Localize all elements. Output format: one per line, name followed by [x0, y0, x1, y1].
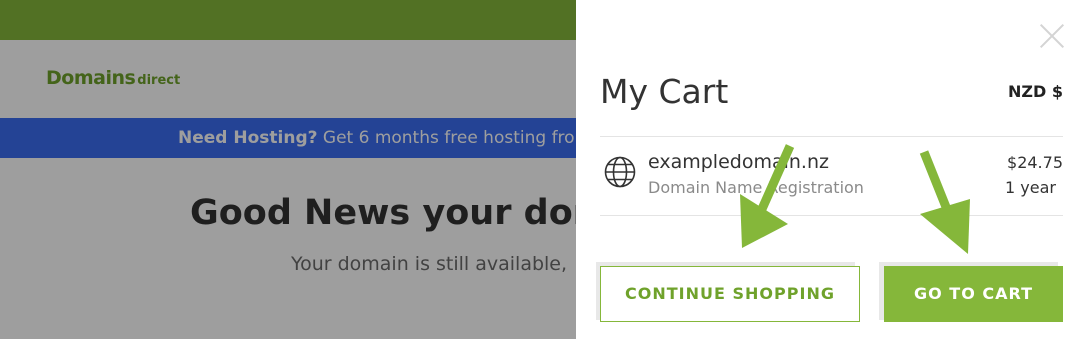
item-type: Domain Name Registration	[648, 178, 864, 197]
cart-title: My Cart	[600, 72, 729, 111]
item-price: $24.75	[1007, 153, 1063, 172]
continue-shopping-button[interactable]: CONTINUE SHOPPING	[600, 266, 860, 322]
close-icon[interactable]	[1038, 22, 1066, 50]
globe-icon	[604, 156, 636, 188]
arrow-to-cart-icon	[919, 150, 970, 254]
item-domain-name[interactable]: exampledomain.nz	[648, 151, 829, 173]
item-term[interactable]: 1 year	[1005, 178, 1056, 197]
divider-bottom	[600, 215, 1063, 216]
go-to-cart-button[interactable]: GO TO CART	[884, 266, 1063, 322]
divider-top	[600, 136, 1063, 137]
cart-drawer: My Cart NZD $ exampledomain.nz Domain Na…	[576, 0, 1083, 339]
currency-selector[interactable]: NZD $	[1008, 82, 1063, 101]
